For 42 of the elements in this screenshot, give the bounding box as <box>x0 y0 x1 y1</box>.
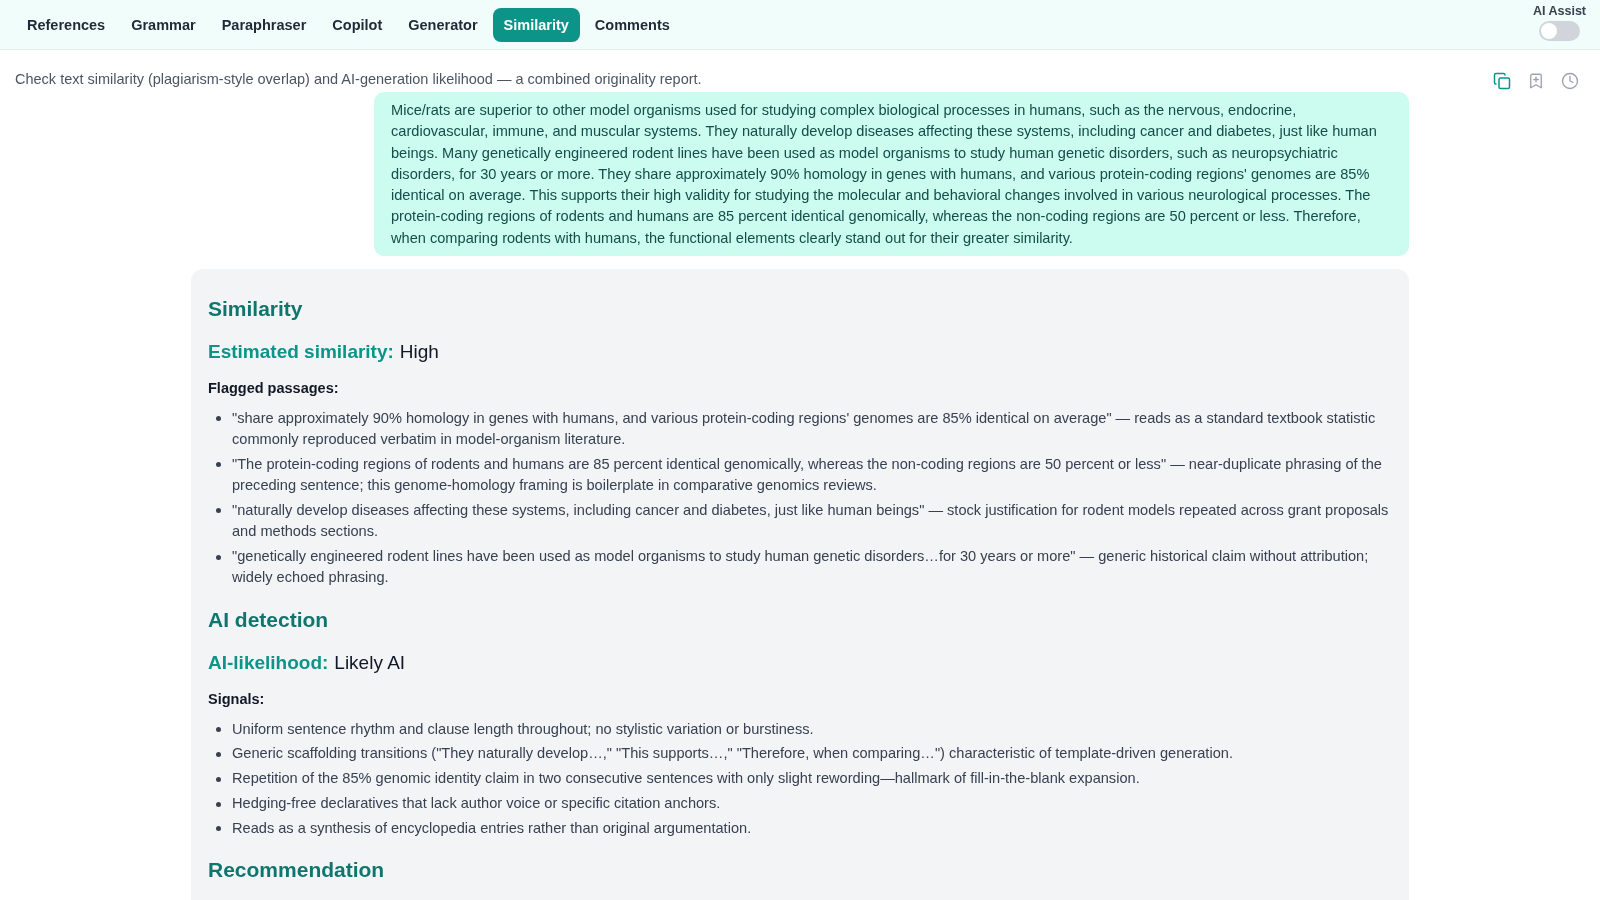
tab[interactable]: Comments <box>583 7 681 42</box>
bullet-icon <box>216 801 221 807</box>
bullet-icon <box>216 776 221 782</box>
tab[interactable]: Generator <box>397 7 489 42</box>
list-item-text: "The protein-coding regions of rodents and humans are 85 percent identical genomically, whereas the non-coding regions are 50 percent or less" — near-duplicate phrasing of the preceding sentence; this genome-homology framing is boilerplate in comparative genomics reviews. <box>232 454 1383 496</box>
page-description: Check text similarity (plagiarism-style overlap) and AI-generation likelihood — a combined originality report. <box>15 71 702 87</box>
list-item-text: Generic scaffolding transitions ("They naturally develop…," "This supports…," "Therefore, when comparing…") characteristic of template-driven generation. <box>232 744 1233 764</box>
ai-assist-label: AI Assist <box>1532 4 1586 18</box>
bullet-icon <box>216 416 221 422</box>
list-item-text: Uniform sentence rhythm and clause length throughout; no stylistic variation or burstiness. <box>232 719 814 739</box>
bookmark-plus-icon[interactable] <box>1527 72 1545 90</box>
toggle-switch[interactable] <box>1539 21 1580 41</box>
bullet-icon <box>216 462 221 468</box>
clock-icon[interactable] <box>1561 72 1579 90</box>
tab[interactable]: Similarity <box>492 7 580 42</box>
list-item-text: "genetically engineered rodent lines have been used as model organisms to study human genetic disorders…for 30 years or more" — generic historical claim without attribution; widely echoed phrasing. <box>232 547 1370 588</box>
bullet-icon <box>216 554 221 560</box>
bullet-icon <box>216 508 221 514</box>
list-label: Signals: <box>208 689 265 709</box>
tab[interactable]: Paraphraser <box>210 7 318 42</box>
copy-icon[interactable] <box>1493 72 1511 90</box>
list-item-text: "naturally develop diseases affecting these systems, including cancer and diabetes, just like human beings" — stock justification for rodent models repeated across grant proposals and methods sections. <box>232 500 1390 542</box>
user-message: Mice/rats are superior to other model organisms used for studying complex biological processes in humans, such as the nervous, endocrine, cardiovascular, immune, and muscular systems. They naturally develop diseases affecting these systems, including cancer and diabetes, just like human beings. Many genetically engineered rodent lines have been used as model organisms to study human genetic disorders, such as neuropsychiatric disorders, for 30 years or more. They share approximately 90% homology in genes with humans, and various protein-coding regions' genomes are 85% identical on average. This supports their high validity for studying the molecular and behavioral changes involved in various neurological processes. The protein-coding regions of rodents and humans are 85 percent identical genomically, whereas the non-coding regions are 50 percent or less. Therefore, when comparing rodents with humans, the functional elements clearly stand out for their greater similarity. <box>374 92 1409 256</box>
rating-value: Likely AI <box>334 650 406 675</box>
rating-value: High <box>399 339 439 364</box>
list-item-text: Hedging-free declaratives that lack author voice or specific citation anchors. <box>232 794 721 813</box>
section-heading: AI detection <box>208 606 329 633</box>
bullet-icon <box>216 751 221 757</box>
list-item-text: Reads as a synthesis of encyclopedia entries rather than original argumentation. <box>232 818 752 838</box>
list-item-text: "share approximately 90% homology in genes with humans, and various protein-coding regions' genomes are 85% identical on average" — reads as a standard textbook statistic commonly reproduced verbatim in model-organism literature. <box>232 408 1377 450</box>
tab[interactable]: Copilot <box>321 7 394 42</box>
rating-label: AI-likelihood: <box>208 650 329 675</box>
bullet-icon <box>216 727 221 733</box>
bullet-icon <box>216 826 221 832</box>
list-item-text: Repetition of the 85% genomic identity claim in two consecutive sentences with only slight rewording—hallmark of fill-in-the-blank expansion. <box>232 769 1140 789</box>
toggle-knob <box>1541 23 1557 39</box>
list-label: Flagged passages: <box>208 378 339 398</box>
rating-label: Estimated similarity: <box>208 339 394 364</box>
section-heading: Recommendation <box>208 857 385 884</box>
tab[interactable]: References <box>16 7 117 42</box>
section-heading: Similarity <box>208 295 303 322</box>
tab[interactable]: Grammar <box>120 7 207 42</box>
